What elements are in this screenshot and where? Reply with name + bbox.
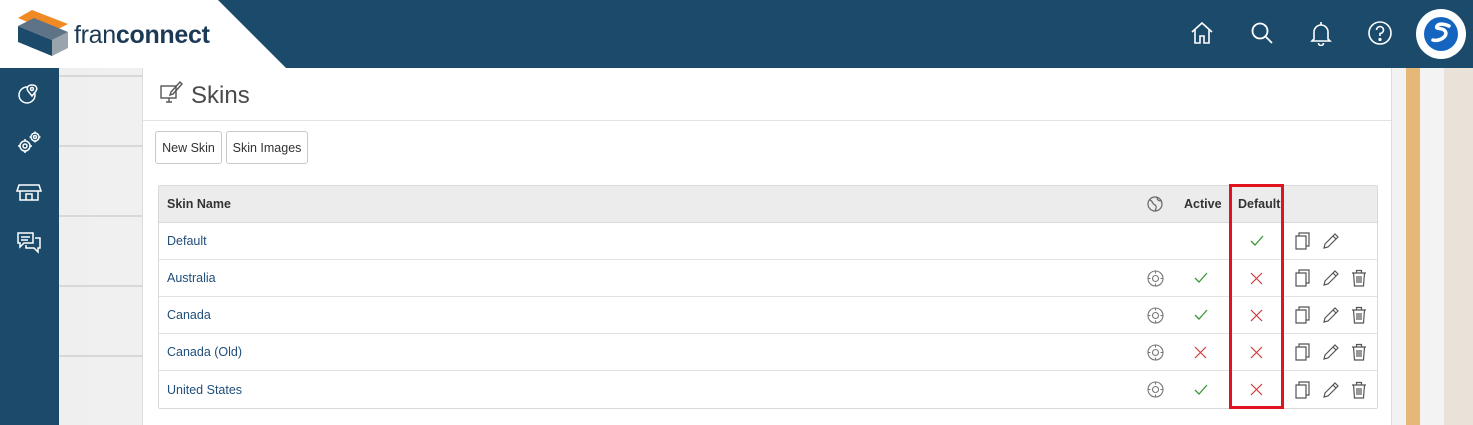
default-status (1250, 260, 1263, 296)
skin-images-button[interactable]: Skin Images (226, 131, 308, 164)
left-rail (0, 68, 59, 425)
chat-icon[interactable] (15, 228, 43, 256)
search-icon[interactable] (1247, 18, 1277, 48)
target-icon[interactable] (1147, 334, 1164, 370)
edit-pencil-icon[interactable] (1322, 334, 1340, 370)
default-status (1250, 297, 1263, 333)
default-status (1250, 371, 1263, 408)
trash-icon[interactable] (1351, 334, 1367, 370)
default-cross-icon (1250, 346, 1263, 358)
copy-icon[interactable] (1295, 223, 1310, 259)
active-check-icon (1194, 272, 1208, 283)
edit-pencil-icon[interactable] (1322, 297, 1340, 333)
globe-icon (1147, 196, 1163, 212)
skins-table: Skin Name Active Default Default Austral… (158, 185, 1378, 409)
column-header-skin-name[interactable]: Skin Name (167, 186, 231, 222)
table-row: Canada (Old) (159, 334, 1377, 371)
home-icon[interactable] (1187, 18, 1217, 48)
table-header: Skin Name Active Default (159, 186, 1377, 223)
gears-icon[interactable] (15, 129, 43, 157)
copy-icon[interactable] (1295, 260, 1310, 296)
column-header-default[interactable]: Default (1238, 186, 1280, 222)
target-icon[interactable] (1147, 260, 1164, 296)
active-check-icon (1194, 309, 1208, 320)
user-avatar[interactable] (1416, 9, 1466, 59)
trash-icon[interactable] (1351, 260, 1367, 296)
skin-name-link[interactable]: Canada (Old) (167, 334, 242, 370)
skin-edit-icon (160, 80, 183, 103)
user-logo-icon (1424, 17, 1458, 51)
table-row: United States (159, 371, 1377, 408)
panel-header: Skins (143, 68, 1391, 121)
new-skin-button[interactable]: New Skin (155, 131, 222, 164)
default-check-icon (1250, 235, 1264, 246)
table-row: Canada (159, 297, 1377, 334)
table-row: Default (159, 223, 1377, 260)
franconnect-logo-icon (18, 10, 68, 56)
map-pin-icon[interactable] (15, 80, 43, 108)
default-status (1250, 334, 1263, 370)
page-title: Skins (191, 82, 250, 109)
skins-panel: Skins New Skin Skin Images Skin Name Act… (142, 68, 1392, 425)
table-row: Australia (159, 260, 1377, 297)
skin-name-link[interactable]: Canada (167, 297, 211, 333)
trash-icon[interactable] (1351, 371, 1367, 408)
copy-icon[interactable] (1295, 371, 1310, 408)
help-icon[interactable] (1365, 18, 1395, 48)
target-icon[interactable] (1147, 371, 1164, 408)
copy-icon[interactable] (1295, 297, 1310, 333)
edit-pencil-icon[interactable] (1322, 223, 1340, 259)
default-cross-icon (1250, 383, 1263, 396)
edit-pencil-icon[interactable] (1322, 260, 1340, 296)
target-icon[interactable] (1147, 297, 1164, 333)
edit-pencil-icon[interactable] (1322, 371, 1340, 408)
brand-name: franconnect (74, 21, 210, 49)
default-cross-icon (1250, 272, 1263, 284)
active-status (1194, 371, 1208, 408)
active-status (1194, 260, 1208, 296)
column-header-globe (1147, 186, 1163, 222)
skin-name-link[interactable]: Default (167, 223, 207, 259)
bell-icon[interactable] (1306, 18, 1336, 48)
trash-icon[interactable] (1351, 297, 1367, 333)
default-status (1250, 223, 1264, 259)
active-cross-icon (1194, 346, 1207, 358)
skin-name-link[interactable]: United States (167, 371, 242, 408)
default-cross-icon (1250, 309, 1263, 321)
copy-icon[interactable] (1295, 334, 1310, 370)
column-header-active[interactable]: Active (1184, 186, 1222, 222)
storefront-icon[interactable] (15, 178, 43, 206)
active-check-icon (1194, 384, 1208, 395)
active-status (1194, 297, 1208, 333)
skin-name-link[interactable]: Australia (167, 260, 216, 296)
active-status (1194, 334, 1207, 370)
background-decor (1392, 68, 1473, 425)
